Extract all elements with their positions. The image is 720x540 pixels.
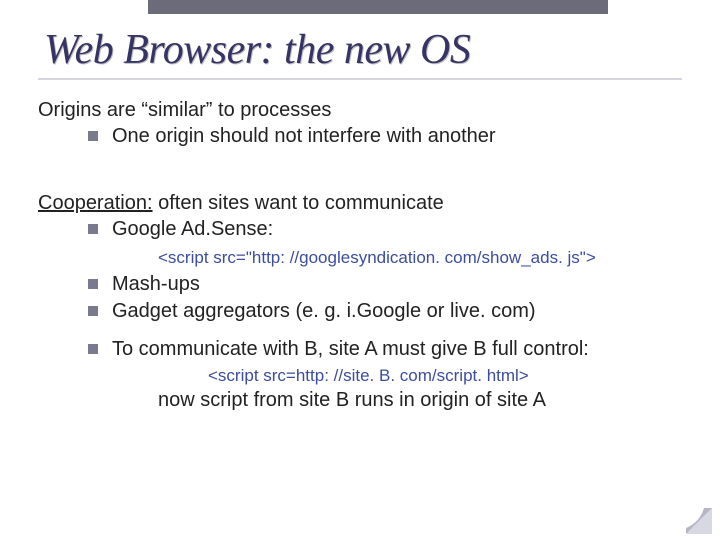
- slide: Web Browser: the new OS Origins are “sim…: [0, 0, 720, 540]
- bullet-text: Gadget aggregators (e. g. i.Google or li…: [112, 299, 536, 323]
- slide-body: Origins are “similar” to processes One o…: [38, 98, 682, 413]
- bullet-text: One origin should not interfere with ano…: [112, 124, 496, 148]
- bullet-text-part: Gadget aggregators (e. g.: [112, 300, 347, 322]
- bullet-text: Google Ad.Sense:: [112, 217, 273, 241]
- square-bullet-icon: [88, 306, 98, 316]
- closing-line: now script from site B runs in origin of…: [158, 388, 682, 412]
- bullet-text: To communicate with B, site A must give …: [112, 337, 589, 361]
- spacer: [38, 151, 682, 185]
- square-bullet-icon: [88, 344, 98, 354]
- bullet-text-part: i.Google or live. com): [347, 300, 536, 322]
- square-bullet-icon: [88, 224, 98, 234]
- list-item: Google Ad.Sense:: [88, 217, 682, 241]
- bullet-text: Mash-ups: [112, 272, 200, 296]
- square-bullet-icon: [88, 131, 98, 141]
- spacer: [38, 325, 682, 335]
- square-bullet-icon: [88, 279, 98, 289]
- code-snippet-adsense: <script src="http: //googlesyndication. …: [158, 248, 682, 269]
- list-item: To communicate with B, site A must give …: [88, 337, 682, 361]
- page-curl-icon: [686, 508, 712, 534]
- list-item: Mash-ups: [88, 272, 682, 296]
- point-origins-heading: Origins are “similar” to processes: [38, 98, 682, 122]
- decorative-top-bar: [148, 0, 608, 14]
- code-snippet-siteb: <script src=http: //site. B. com/script.…: [208, 366, 682, 387]
- underlined-label: Cooperation:: [38, 192, 153, 214]
- title-divider: [38, 78, 682, 80]
- list-item: Gadget aggregators (e. g. i.Google or li…: [88, 299, 682, 323]
- point-cooperation-heading: Cooperation: often sites want to communi…: [38, 191, 682, 215]
- heading-rest: often sites want to communicate: [153, 192, 444, 214]
- list-item: One origin should not interfere with ano…: [88, 124, 682, 148]
